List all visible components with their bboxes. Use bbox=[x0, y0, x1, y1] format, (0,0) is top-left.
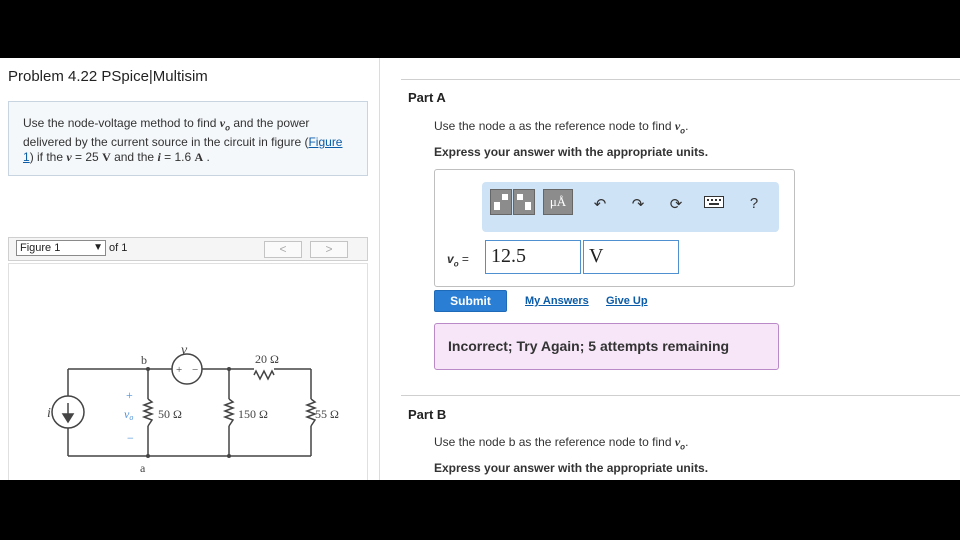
math-toolbar: μÅ ↶ ↷ ⟳ ? bbox=[482, 182, 779, 232]
circuit-diagram: v b a i 20 Ω 50 Ω 150 Ω 55 Ω vo + − + − bbox=[47, 343, 339, 475]
chevron-down-icon: ▼ bbox=[93, 242, 103, 253]
part-b-title: Part B bbox=[408, 407, 447, 422]
feedback-message: Incorrect; Try Again; 5 attempts remaini… bbox=[434, 323, 779, 370]
node-b-label: b bbox=[141, 353, 147, 367]
vsrc-minus: − bbox=[192, 364, 198, 376]
parts-pane: Part A Use the node a as the reference n… bbox=[381, 58, 960, 480]
prev-figure-button[interactable]: < bbox=[264, 241, 302, 258]
vsrc-plus: + bbox=[176, 364, 182, 376]
give-up-link[interactable]: Give Up bbox=[606, 295, 648, 307]
r150-label: 150 Ω bbox=[238, 407, 268, 421]
figure-area: v b a i 20 Ω 50 Ω 150 Ω 55 Ω vo + − + − bbox=[8, 263, 368, 480]
vo-circuit-label: vo bbox=[124, 407, 133, 422]
figure-count: of 1 bbox=[109, 242, 128, 254]
screen: Problem 4.22 PSpice|Multisim Use the nod… bbox=[0, 58, 960, 480]
vo-minus: − bbox=[127, 431, 134, 445]
problem-statement: Use the node-voltage method to find vo a… bbox=[8, 101, 368, 176]
r55-label: 55 Ω bbox=[315, 407, 339, 421]
part-a-divider bbox=[401, 79, 960, 80]
redo-icon[interactable]: ↷ bbox=[628, 195, 648, 213]
part-a-title: Part A bbox=[408, 90, 446, 105]
part-b-units-note: Express your answer with the appropriate… bbox=[434, 461, 709, 475]
v-label: v bbox=[181, 343, 188, 358]
problem-title: Problem 4.22 PSpice|Multisim bbox=[8, 68, 208, 85]
figure-navigator: Figure 1 ▼ of 1 < > bbox=[8, 237, 368, 261]
fraction-templates-icon[interactable] bbox=[513, 189, 535, 215]
part-a-instructions: Use the node a as the reference node to … bbox=[434, 119, 689, 136]
undo-icon[interactable]: ↶ bbox=[590, 195, 610, 213]
units-button[interactable]: μÅ bbox=[543, 189, 573, 215]
part-a-units-note: Express your answer with the appropriate… bbox=[434, 145, 709, 159]
answer-value-input[interactable]: 12.5 bbox=[485, 240, 581, 274]
r20-label: 20 Ω bbox=[255, 352, 279, 366]
problem-pane: Problem 4.22 PSpice|Multisim Use the nod… bbox=[0, 58, 380, 480]
help-button[interactable]: ? bbox=[744, 195, 764, 212]
node-a-label: a bbox=[140, 461, 146, 475]
next-figure-button[interactable]: > bbox=[310, 241, 348, 258]
templates-icon[interactable] bbox=[490, 189, 512, 215]
figure-select[interactable]: Figure 1 ▼ bbox=[16, 240, 106, 256]
answer-unit-input[interactable]: V bbox=[583, 240, 679, 274]
i-label: i bbox=[47, 406, 51, 421]
my-answers-link[interactable]: My Answers bbox=[525, 295, 589, 307]
part-b-instructions: Use the node b as the reference node to … bbox=[434, 435, 689, 452]
answer-variable-label: vo = bbox=[447, 252, 469, 269]
part-b-divider bbox=[401, 395, 960, 396]
keyboard-icon[interactable] bbox=[704, 195, 724, 212]
submit-button[interactable]: Submit bbox=[434, 290, 507, 312]
part-a-answer-box: μÅ ↶ ↷ ⟳ ? vo = 12.5 V bbox=[434, 169, 795, 287]
vo-plus: + bbox=[126, 388, 133, 402]
r50-label: 50 Ω bbox=[158, 407, 182, 421]
reset-icon[interactable]: ⟳ bbox=[666, 195, 686, 213]
